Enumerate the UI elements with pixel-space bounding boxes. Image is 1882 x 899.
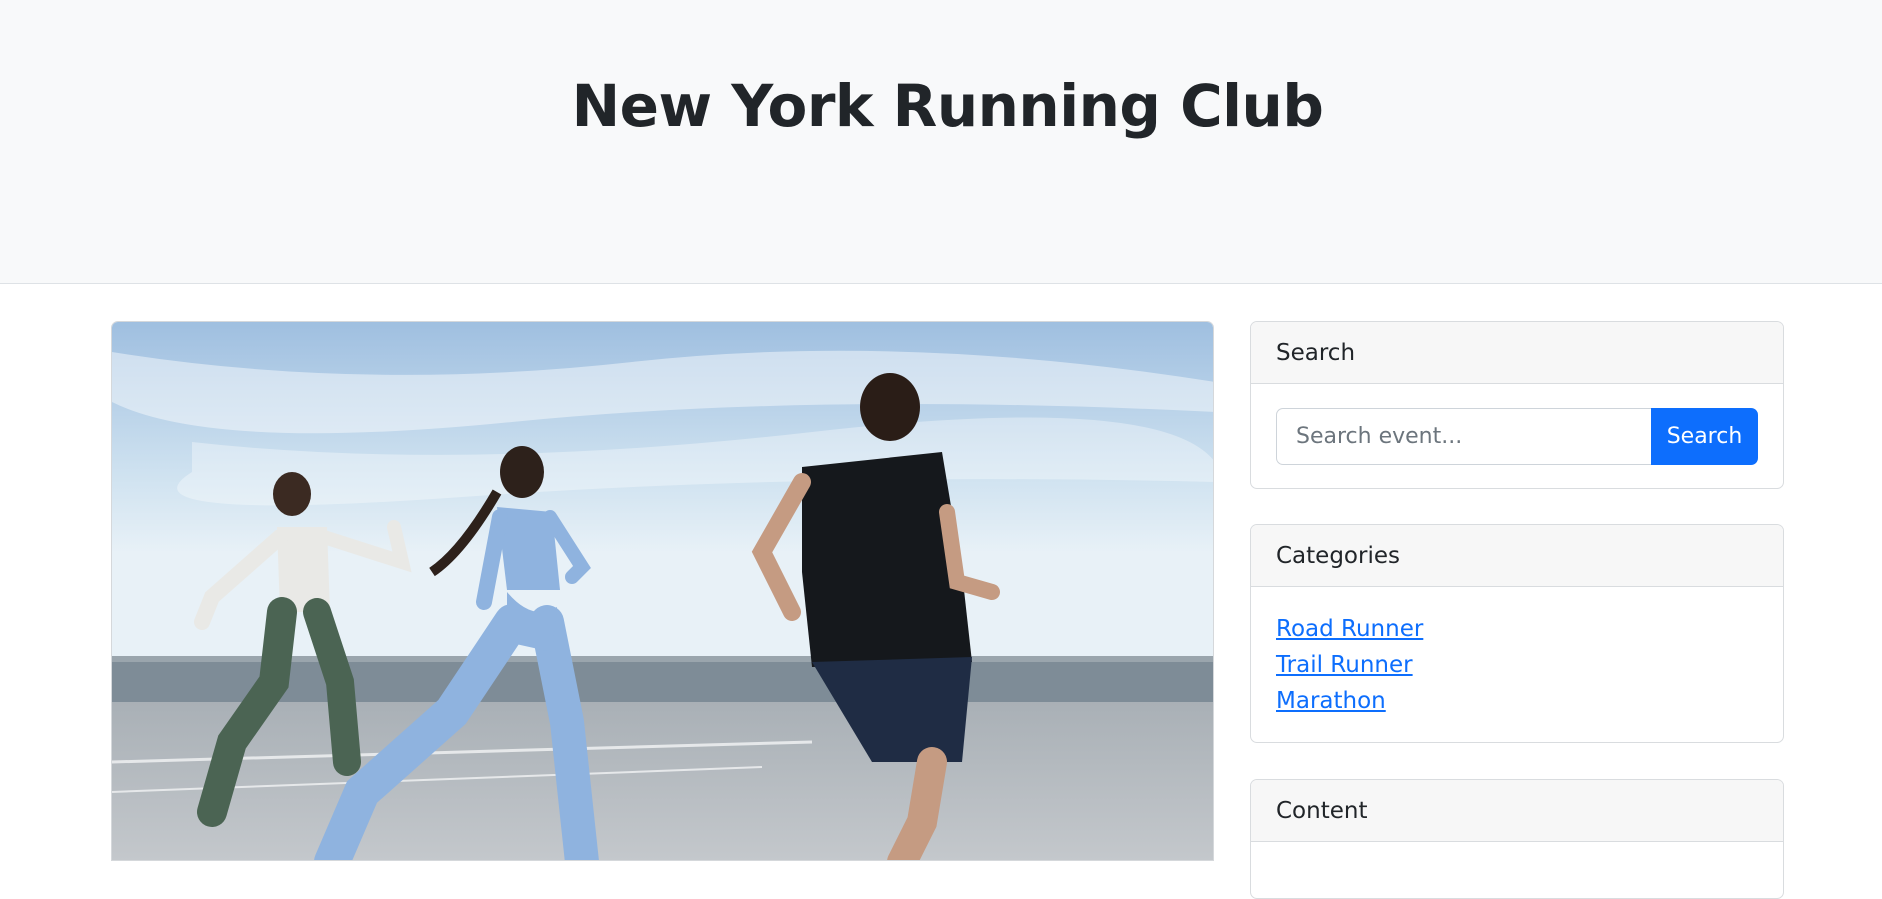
site-title: New York Running Club (571, 72, 1324, 140)
categories-card: Categories Road Runner Trail Runner Mara… (1250, 524, 1784, 743)
search-card: Search Search (1250, 321, 1784, 489)
site-header: New York Running Club (0, 0, 1882, 284)
categories-card-heading: Categories (1251, 525, 1783, 587)
hero-image (111, 321, 1214, 861)
search-card-heading: Search (1251, 322, 1783, 384)
category-link-road-runner[interactable]: Road Runner (1276, 611, 1758, 647)
search-form: Search (1276, 408, 1758, 465)
runners-photo (112, 322, 1213, 860)
search-button[interactable]: Search (1650, 408, 1758, 465)
content-card-heading: Content (1251, 780, 1783, 842)
category-link-trail-runner[interactable]: Trail Runner (1276, 647, 1758, 683)
content-card: Content (1250, 779, 1784, 899)
categories-list: Road Runner Trail Runner Marathon (1251, 587, 1783, 742)
category-link-marathon[interactable]: Marathon (1276, 683, 1758, 719)
search-input[interactable] (1276, 408, 1651, 465)
